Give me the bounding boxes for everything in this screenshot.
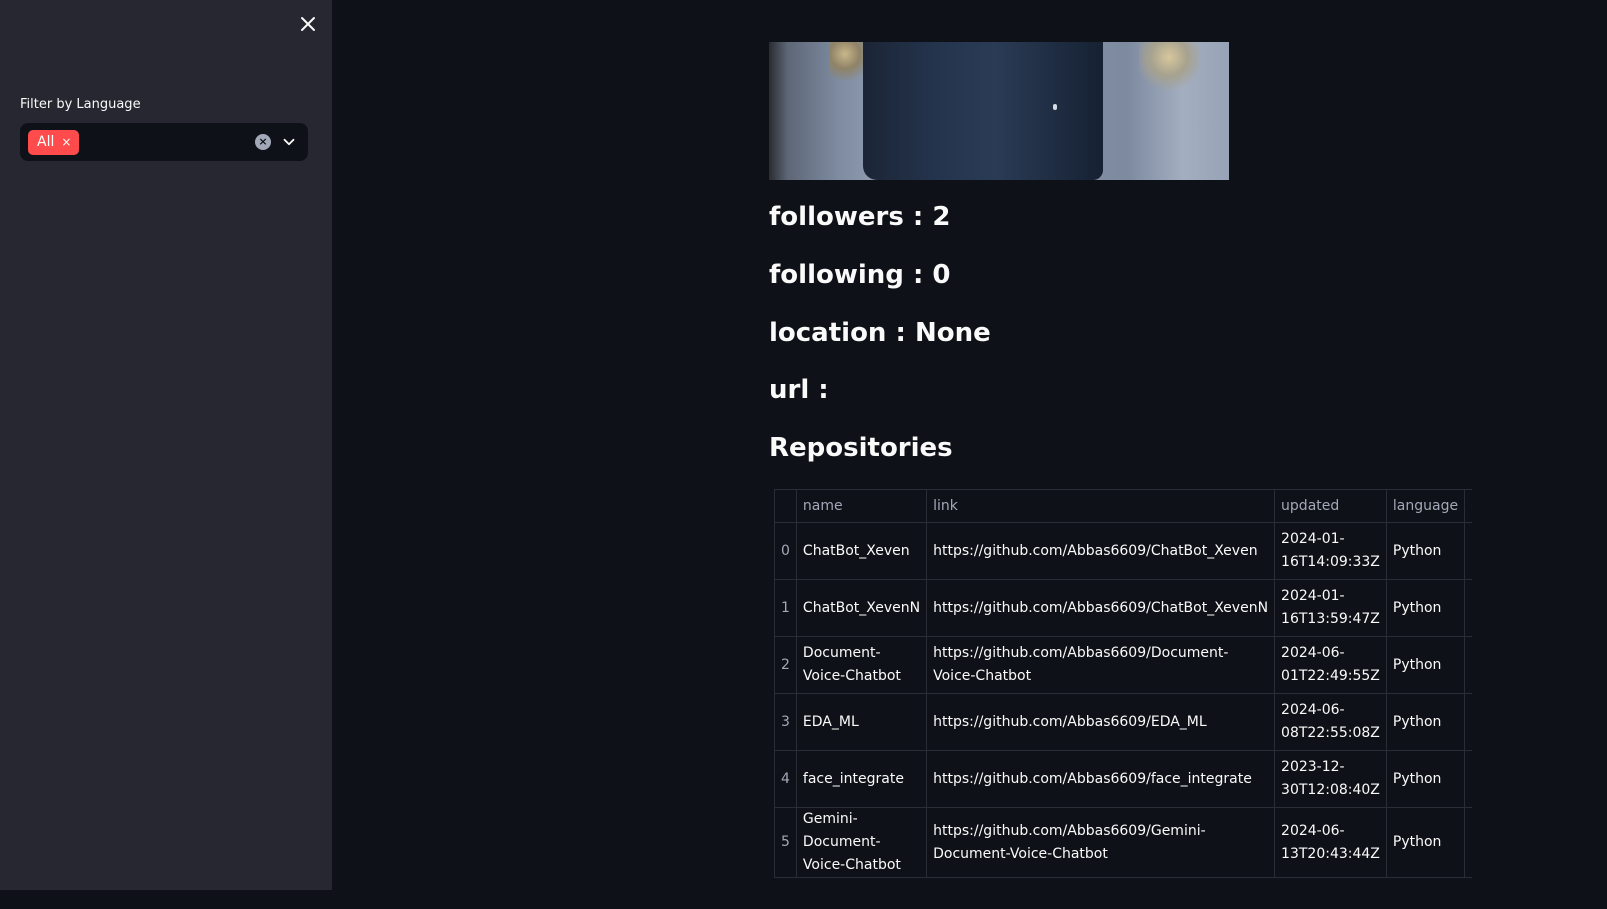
table-row[interactable]: 2 Document-Voice-Chatbot https://github.… — [774, 636, 1472, 694]
close-icon — [301, 17, 315, 31]
cell-updated[interactable]: 2024-06-13T20:43:44Z — [1274, 807, 1387, 878]
cell-description[interactable]: <N — [1464, 579, 1472, 637]
close-sidebar-button[interactable] — [296, 12, 320, 36]
chevron-down-icon[interactable] — [280, 133, 298, 151]
clear-icon[interactable]: × — [255, 134, 271, 150]
cell-name[interactable]: EDA_ML — [795, 693, 928, 751]
cell-language[interactable]: Python — [1385, 807, 1466, 878]
column-header-link[interactable]: link — [926, 489, 1276, 523]
location-stat: location : None — [769, 318, 991, 348]
filter-label: Filter by Language — [20, 97, 141, 112]
cell-link[interactable]: https://github.com/Abbas6609/face_integr… — [926, 750, 1276, 808]
column-header-name[interactable]: name — [795, 489, 928, 523]
column-header-language[interactable]: language — [1385, 489, 1466, 523]
column-header-index[interactable] — [774, 489, 797, 523]
cell-name[interactable]: Document-Voice-Chatbot — [795, 636, 928, 694]
repositories-heading: Repositories — [769, 433, 953, 463]
table-row[interactable]: 4 face_integrate https://github.com/Abba… — [774, 750, 1472, 808]
cell-language[interactable]: Python — [1385, 579, 1466, 637]
url-stat: url : — [769, 375, 829, 405]
cell-description[interactable]: <N — [1464, 522, 1472, 580]
cell-name[interactable]: ChatBot_Xeven — [795, 522, 928, 580]
table-header-row: name link updated language de — [774, 489, 1472, 523]
row-index: 5 — [774, 807, 797, 878]
cell-name[interactable]: ChatBot_XevenN — [795, 579, 928, 637]
cell-updated[interactable]: 2024-01-16T13:59:47Z — [1274, 579, 1387, 637]
tag-label: All — [37, 134, 55, 150]
cell-link[interactable]: https://github.com/Abbas6609/ChatBot_Xev… — [926, 579, 1276, 637]
cell-description[interactable]: <N — [1464, 750, 1472, 808]
row-index: 3 — [774, 693, 797, 751]
tag-remove-icon[interactable]: × — [61, 130, 71, 155]
cell-language[interactable]: Python — [1385, 636, 1466, 694]
cell-link[interactable]: https://github.com/Abbas6609/Document-Vo… — [926, 636, 1276, 694]
cell-link[interactable]: https://github.com/Abbas6609/ChatBot_Xev… — [926, 522, 1276, 580]
main-content: followers : 2 following : 0 location : N… — [332, 0, 1607, 890]
sidebar: Filter by Language All × × — [0, 0, 332, 890]
column-header-updated[interactable]: updated — [1274, 489, 1387, 523]
cell-description[interactable]: <N — [1464, 693, 1472, 751]
cell-description[interactable]: <N — [1464, 636, 1472, 694]
repositories-table[interactable]: name link updated language de 0 ChatBot_… — [774, 489, 1472, 909]
cell-updated[interactable]: 2024-06-01T22:49:55Z — [1274, 636, 1387, 694]
cell-name[interactable]: Gemini-Document-Voice-Chatbot — [795, 807, 928, 878]
cell-link[interactable]: https://github.com/Abbas6609/Gemini-Docu… — [926, 807, 1276, 878]
cell-description[interactable]: <N — [1464, 807, 1472, 878]
following-stat: following : 0 — [769, 260, 951, 290]
profile-image — [769, 42, 1229, 180]
cell-updated[interactable]: 2024-06-08T22:55:08Z — [1274, 693, 1387, 751]
cell-updated[interactable]: 2024-01-16T14:09:33Z — [1274, 522, 1387, 580]
table-row[interactable]: 5 Gemini-Document-Voice-Chatbot https://… — [774, 807, 1472, 878]
table-row[interactable]: 0 ChatBot_Xeven https://github.com/Abbas… — [774, 522, 1472, 580]
row-index: 0 — [774, 522, 797, 580]
row-index: 2 — [774, 636, 797, 694]
cell-language[interactable]: Python — [1385, 522, 1466, 580]
column-header-description[interactable]: de — [1464, 489, 1472, 523]
cell-language[interactable]: Python — [1385, 750, 1466, 808]
row-index: 4 — [774, 750, 797, 808]
cell-name[interactable]: face_integrate — [795, 750, 928, 808]
followers-stat: followers : 2 — [769, 202, 951, 232]
cell-language[interactable]: Python — [1385, 693, 1466, 751]
language-multiselect[interactable]: All × × — [20, 123, 308, 161]
cell-link[interactable]: https://github.com/Abbas6609/EDA_ML — [926, 693, 1276, 751]
selected-tag-all: All × — [28, 130, 80, 155]
row-index: 1 — [774, 579, 797, 637]
table-row[interactable]: 3 EDA_ML https://github.com/Abbas6609/ED… — [774, 693, 1472, 751]
cell-updated[interactable]: 2023-12-30T12:08:40Z — [1274, 750, 1387, 808]
table-row[interactable]: 1 ChatBot_XevenN https://github.com/Abba… — [774, 579, 1472, 637]
